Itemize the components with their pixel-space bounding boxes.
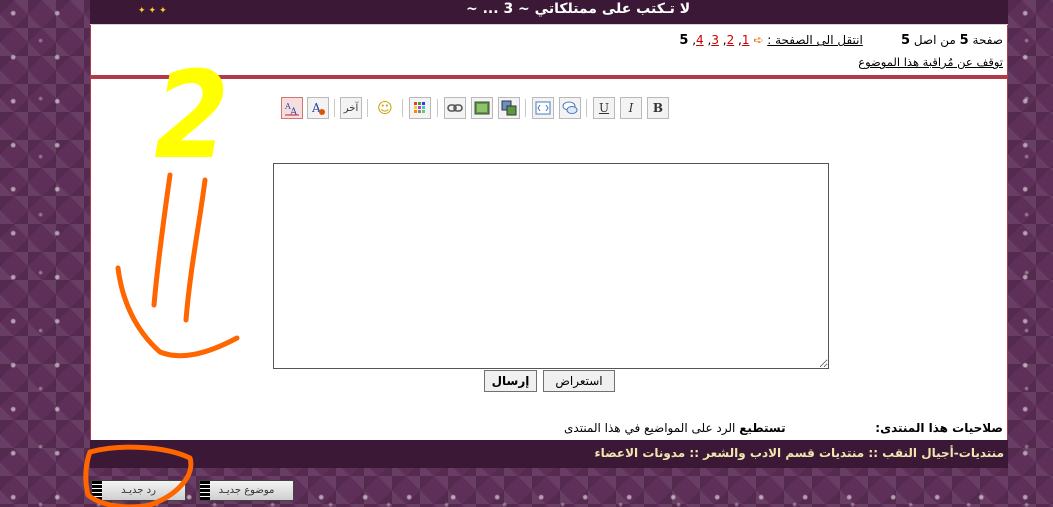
- image-icon[interactable]: [471, 97, 493, 119]
- page-link-3[interactable]: 3: [711, 33, 719, 47]
- goto-arrow-icon: ➪: [753, 33, 764, 47]
- permissions-label: صلاحيات هذا المنتدى:: [875, 421, 1003, 435]
- page-link-1[interactable]: 1: [742, 33, 750, 47]
- new-reply-button[interactable]: رد جديـد: [91, 480, 186, 501]
- quote-icon[interactable]: [559, 97, 581, 119]
- editor-toolbar: AA A آخر ☺ U I B: [281, 97, 741, 121]
- code-icon[interactable]: [532, 97, 554, 119]
- more-options-button[interactable]: آخر: [340, 97, 362, 119]
- font-color-icon[interactable]: A: [307, 97, 329, 119]
- italic-button[interactable]: I: [620, 97, 642, 119]
- new-topic-button[interactable]: موضوع جديـد: [199, 480, 294, 501]
- link-icon[interactable]: [444, 97, 466, 119]
- nav-arrows-icon[interactable]: ✦✦✦: [138, 6, 170, 16]
- page-info: صفحة 5 من اصل 5 انتقل الى الصفحة : ➪ 1, …: [679, 33, 1003, 48]
- permissions-text: تستطيع الرد على المواضيع في هذا المنتدى: [564, 421, 786, 435]
- topic-title: لا تـكتب على ممتلكاتي ~ 3 ... ~: [466, 1, 691, 17]
- quick-reply-panel: AA A آخر ☺ U I B إرسال استعراض صلاحيات ه…: [90, 79, 1008, 440]
- font-style-icon[interactable]: AA: [281, 97, 303, 119]
- reply-textarea[interactable]: [273, 163, 829, 369]
- send-button[interactable]: إرسال: [484, 370, 537, 392]
- filmstrip-icon: [200, 481, 210, 500]
- breadcrumb: منتديات-أجيال النقب :: منتديات قسم الادب…: [90, 440, 1008, 468]
- unwatch-topic-link[interactable]: توقف عن مُراقبة هذا الموضوع: [858, 55, 1003, 69]
- underline-button[interactable]: U: [593, 97, 615, 119]
- page-link-4[interactable]: 4: [696, 33, 704, 47]
- goto-page-label[interactable]: انتقل الى الصفحة :: [767, 33, 863, 47]
- media-icon[interactable]: [498, 97, 520, 119]
- preview-button[interactable]: استعراض: [543, 370, 615, 392]
- color-palette-icon[interactable]: [409, 97, 431, 119]
- bold-button[interactable]: B: [647, 97, 669, 119]
- page-link-2[interactable]: 2: [727, 33, 735, 47]
- smiley-icon[interactable]: ☺: [374, 97, 396, 119]
- breadcrumb-text[interactable]: منتديات-أجيال النقب :: منتديات قسم الادب…: [594, 446, 1004, 460]
- topic-title-bar: ✦✦✦ لا تـكتب على ممتلكاتي ~ 3 ... ~: [90, 0, 1008, 25]
- page-current: 5: [679, 33, 689, 48]
- pagination-panel: صفحة 5 من اصل 5 انتقل الى الصفحة : ➪ 1, …: [90, 25, 1008, 75]
- filmstrip-icon: [92, 481, 102, 500]
